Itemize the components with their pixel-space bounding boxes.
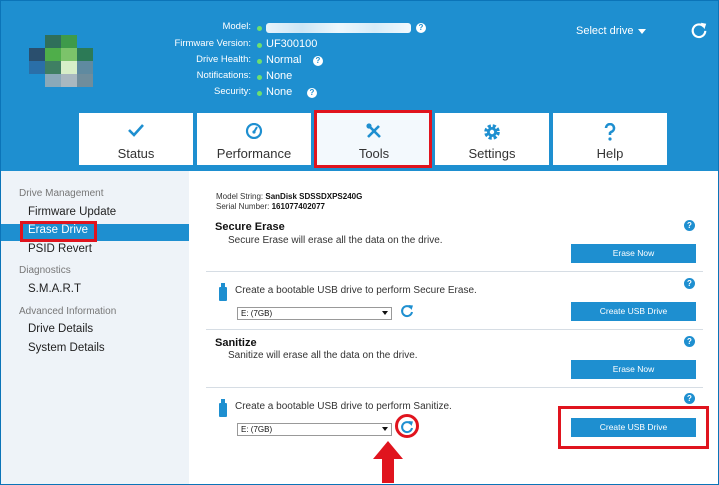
chevron-down-icon xyxy=(382,311,388,315)
sidebar-item-drive-details[interactable]: Drive Details xyxy=(28,323,93,335)
main-panel: Model String: SanDisk SDSSDXPS240G Seria… xyxy=(206,171,711,484)
serial-number: Serial Number: 161077402077 xyxy=(216,202,325,211)
health-value: Normal xyxy=(266,54,302,66)
health-label: Drive Health: xyxy=(196,54,251,65)
checkmark-icon xyxy=(79,123,193,142)
chevron-down-icon xyxy=(638,28,647,34)
serial-number-value: 161077402077 xyxy=(271,202,325,211)
model-string-label: Model String: xyxy=(216,192,264,201)
tab-performance[interactable]: Performance xyxy=(197,113,311,165)
tab-status-label: Status xyxy=(117,146,155,161)
help-icon[interactable]: ? xyxy=(307,88,317,98)
health-row: Drive Health: Normal ? xyxy=(141,54,461,70)
question-icon xyxy=(553,122,667,146)
ssd-dashboard-window: Model: ? Firmware Version: UF300100 Driv… xyxy=(0,0,719,485)
gauge-icon xyxy=(197,122,311,144)
usb-secure-erase-text: Create a bootable USB drive to perform S… xyxy=(235,285,477,296)
secure-erase-title: Secure Erase xyxy=(215,221,285,233)
usb-drive-icon xyxy=(219,283,227,301)
serial-number-label: Serial Number: xyxy=(216,202,270,211)
create-usb-button-highlight xyxy=(558,406,709,449)
erase-drive-highlight xyxy=(20,221,97,242)
tab-settings[interactable]: Settings xyxy=(435,113,549,165)
status-dot xyxy=(257,43,262,48)
chevron-down-icon xyxy=(382,427,388,431)
usb-drive-select-value: E: (7GB) xyxy=(241,309,273,318)
tab-status[interactable]: Status xyxy=(79,113,193,165)
tab-help[interactable]: Help xyxy=(553,113,667,165)
model-value-redacted xyxy=(266,23,411,33)
secure-erase-description: Secure Erase will erase all the data on … xyxy=(228,235,443,246)
refresh-icon[interactable] xyxy=(400,304,414,318)
refresh-icon-highlight xyxy=(395,414,419,438)
header: Model: ? Firmware Version: UF300100 Driv… xyxy=(1,1,718,171)
firmware-row: Firmware Version: UF300100 xyxy=(141,38,461,54)
secure-erase-now-button[interactable]: Erase Now xyxy=(571,244,696,263)
help-icon[interactable]: ? xyxy=(684,393,695,404)
model-row: Model: ? xyxy=(141,21,461,37)
sidebar: Drive Management Firmware Update Erase D… xyxy=(1,171,189,484)
tab-settings-label: Settings xyxy=(468,146,516,161)
tab-performance-label: Performance xyxy=(216,146,292,161)
sidebar-section-advanced-information: Advanced Information xyxy=(19,306,117,317)
sidebar-section-diagnostics: Diagnostics xyxy=(19,265,71,276)
help-icon[interactable]: ? xyxy=(313,56,323,66)
notifications-value: None xyxy=(266,70,293,82)
status-dot xyxy=(257,91,262,96)
status-dot xyxy=(257,59,262,64)
divider xyxy=(206,387,703,388)
gear-icon xyxy=(435,123,549,146)
divider xyxy=(206,329,703,330)
status-dot xyxy=(257,75,262,80)
firmware-value: UF300100 xyxy=(266,38,318,50)
security-row: Security: None ? xyxy=(141,86,461,102)
sidebar-item-psid-revert[interactable]: PSID Revert xyxy=(28,243,92,255)
usb-drive-select-sanitize[interactable]: E: (7GB) xyxy=(237,423,392,436)
help-icon[interactable]: ? xyxy=(416,23,426,33)
model-label: Model: xyxy=(222,21,251,32)
select-drive-dropdown[interactable]: Select drive xyxy=(576,25,647,37)
annotation-arrow-icon xyxy=(373,441,403,483)
divider xyxy=(206,271,703,272)
refresh-icon[interactable] xyxy=(690,21,708,39)
notifications-label: Notifications: xyxy=(196,70,251,81)
create-usb-drive-button[interactable]: Create USB Drive xyxy=(571,302,696,321)
security-value: None xyxy=(266,86,293,98)
security-label: Security: xyxy=(214,86,251,97)
usb-drive-select-value: E: (7GB) xyxy=(241,425,273,434)
sidebar-item-firmware-update[interactable]: Firmware Update xyxy=(28,206,116,218)
sidebar-item-smart[interactable]: S.M.A.R.T xyxy=(28,283,81,295)
tab-help-label: Help xyxy=(596,146,624,161)
status-dot xyxy=(257,26,262,31)
usb-drive-icon xyxy=(219,399,227,417)
notifications-row: Notifications: None xyxy=(141,70,461,86)
firmware-label: Firmware Version: xyxy=(174,38,251,49)
drive-logo xyxy=(29,35,93,87)
sidebar-item-system-details[interactable]: System Details xyxy=(28,342,105,354)
help-icon[interactable]: ? xyxy=(684,278,695,289)
help-icon[interactable]: ? xyxy=(684,336,695,347)
model-string-value: SanDisk SDSSDXPS240G xyxy=(265,192,363,201)
tools-tab-highlight xyxy=(314,110,432,168)
usb-drive-select[interactable]: E: (7GB) xyxy=(237,307,392,320)
sanitize-title: Sanitize xyxy=(215,337,257,349)
usb-sanitize-text: Create a bootable USB drive to perform S… xyxy=(235,401,452,412)
select-drive-label: Select drive xyxy=(576,25,634,37)
sanitize-description: Sanitize will erase all the data on the … xyxy=(228,350,418,361)
help-icon[interactable]: ? xyxy=(684,220,695,231)
sidebar-section-drive-management: Drive Management xyxy=(19,188,104,199)
model-string: Model String: SanDisk SDSSDXPS240G xyxy=(216,192,362,201)
sanitize-erase-now-button[interactable]: Erase Now xyxy=(571,360,696,379)
